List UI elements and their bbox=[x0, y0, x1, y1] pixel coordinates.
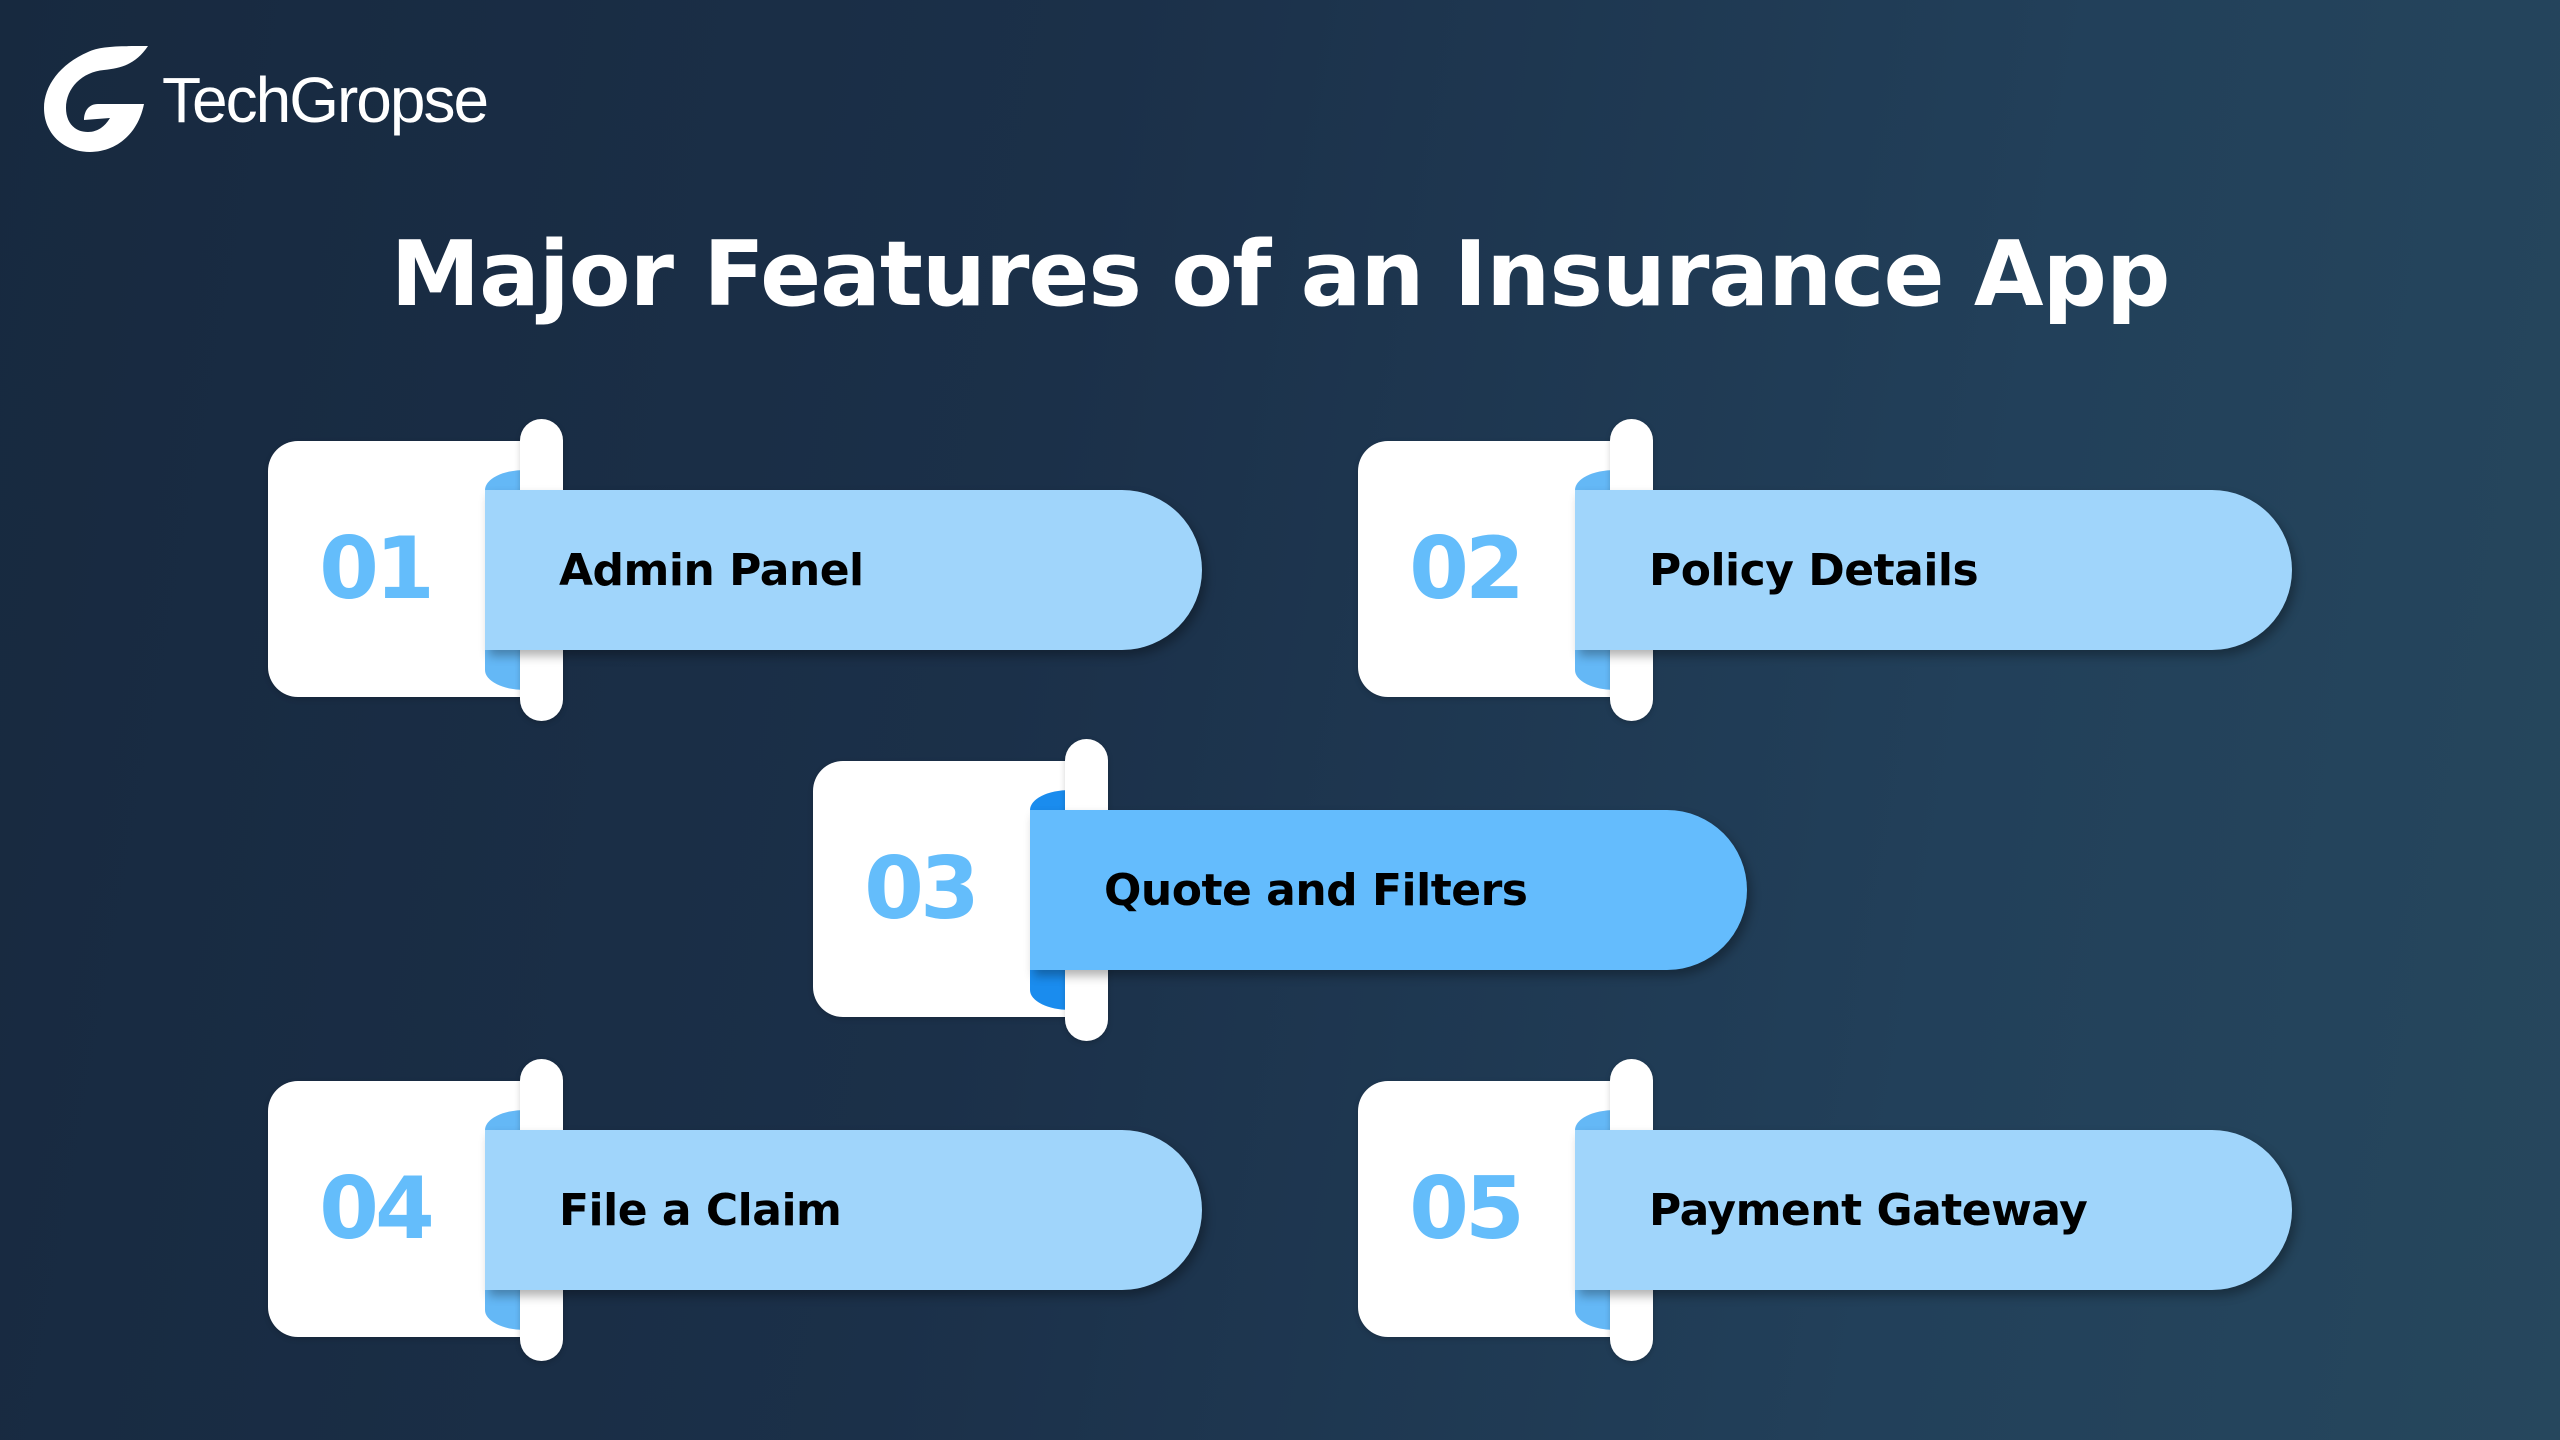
feature-number: 03 bbox=[864, 839, 980, 939]
feature-ribbon: Quote and Filters bbox=[1030, 810, 1747, 970]
feature-label: File a Claim bbox=[559, 1184, 842, 1236]
feature-number: 04 bbox=[319, 1159, 435, 1259]
feature-card-4: 04 File a Claim bbox=[268, 1059, 1208, 1361]
brand-logo: TechGropse bbox=[40, 42, 489, 154]
g-logo-icon bbox=[44, 46, 148, 152]
feature-card-1: 01 Admin Panel bbox=[268, 419, 1208, 721]
feature-label: Payment Gateway bbox=[1649, 1184, 2088, 1236]
feature-number: 01 bbox=[319, 519, 435, 619]
page-title: Major Features of an Insurance App bbox=[390, 222, 2171, 327]
feature-label: Quote and Filters bbox=[1104, 864, 1528, 916]
brand-name: TechGropse bbox=[162, 64, 489, 136]
feature-number: 02 bbox=[1409, 519, 1525, 619]
feature-card-3: 03 Quote and Filters bbox=[813, 739, 1753, 1041]
feature-number: 05 bbox=[1409, 1159, 1525, 1259]
feature-ribbon: Admin Panel bbox=[485, 490, 1202, 650]
feature-label: Admin Panel bbox=[559, 544, 864, 596]
feature-card-2: 02 Policy Details bbox=[1358, 419, 2298, 721]
feature-ribbon: Policy Details bbox=[1575, 490, 2292, 650]
feature-card-5: 05 Payment Gateway bbox=[1358, 1059, 2298, 1361]
feature-ribbon: File a Claim bbox=[485, 1130, 1202, 1290]
feature-label: Policy Details bbox=[1649, 544, 1979, 596]
feature-ribbon: Payment Gateway bbox=[1575, 1130, 2292, 1290]
